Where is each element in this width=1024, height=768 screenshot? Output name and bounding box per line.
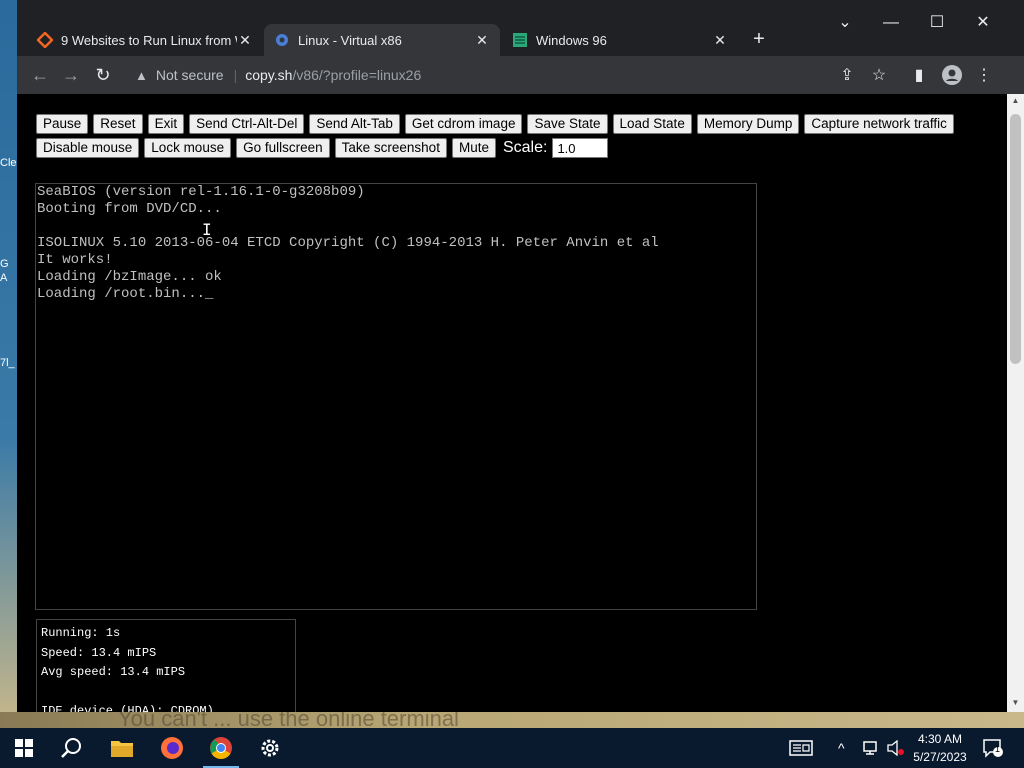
emulator-stats: Running: 1s Speed: 13.4 mIPS Avg speed: … <box>36 619 296 712</box>
disable-mouse-button[interactable]: Disable mouse <box>36 138 140 158</box>
screen-line: ISOLINUX 5.10 2013-06-04 ETCD Copyright … <box>37 235 659 251</box>
close-window-button[interactable]: ✕ <box>960 8 1006 38</box>
settings-gear-icon[interactable] <box>246 728 294 768</box>
send-alt-tab-button[interactable]: Send Alt-Tab <box>309 114 400 134</box>
text-cursor-icon: I <box>202 220 212 239</box>
desktop-icon-label[interactable]: 7l_ <box>0 357 18 369</box>
system-clock[interactable]: 4:30 AM 5/27/2023 <box>906 730 974 766</box>
pause-button[interactable]: Pause <box>36 114 89 134</box>
address-bar[interactable]: ▲ Not secure | copy.sh /v86/?profile=lin… <box>125 61 885 89</box>
save-state-button[interactable]: Save State <box>527 114 608 134</box>
new-tab-button[interactable]: + <box>748 28 770 50</box>
page-scrollbar[interactable]: ▲ ▼ <box>1007 94 1024 712</box>
profile-avatar-icon[interactable] <box>941 65 963 90</box>
chrome-icon[interactable] <box>197 728 245 768</box>
tab-strip: 9 Websites to Run Linux from W ✕ Linux -… <box>17 0 1024 56</box>
stat-avg-speed: Avg speed: 13.4 mIPS <box>41 665 186 679</box>
v86-gear-icon <box>274 32 290 48</box>
control-buttons-row1: Pause Reset Exit Send Ctrl-Alt-Del Send … <box>36 114 954 134</box>
taskbar: ^ 4:30 AM 5/27/2023 1 <box>0 728 1024 768</box>
control-buttons-row2: Disable mouse Lock mouse Go fullscreen T… <box>36 138 609 158</box>
close-icon[interactable]: ✕ <box>474 32 490 49</box>
clock-date: 5/27/2023 <box>913 750 967 764</box>
get-cdrom-image-button[interactable]: Get cdrom image <box>404 114 523 134</box>
screen-line: Booting from DVD/CD... <box>37 201 222 217</box>
notification-center-icon[interactable]: 1 <box>982 728 1004 768</box>
send-ctrl-alt-del-button[interactable]: Send Ctrl-Alt-Del <box>189 114 305 134</box>
start-windows-icon[interactable] <box>0 728 48 768</box>
notification-count: 1 <box>995 744 1001 754</box>
v86-page: Pause Reset Exit Send Ctrl-Alt-Del Send … <box>17 94 1007 712</box>
tab-windows-96[interactable]: Windows 96 ✕ <box>502 24 738 56</box>
stat-running: Running: 1s <box>41 626 121 640</box>
lock-mouse-button[interactable]: Lock mouse <box>144 138 232 158</box>
kebab-menu-icon[interactable]: ⋮ <box>973 65 995 85</box>
browser-toolbar: ← → ↻ ▲ Not secure | copy.sh /v86/?profi… <box>17 56 1024 94</box>
tab-label: Windows 96 <box>536 32 607 48</box>
maximize-button[interactable]: ☐ <box>914 8 960 38</box>
screen-line: It works! <box>37 252 113 268</box>
clock-time: 4:30 AM <box>917 732 963 746</box>
minimize-button[interactable]: — <box>868 8 914 38</box>
scroll-up-icon[interactable]: ▲ <box>1011 96 1020 105</box>
url-host: copy.sh <box>245 67 293 83</box>
browser-window: 9 Websites to Run Linux from W ✕ Linux -… <box>17 0 1024 712</box>
load-state-button[interactable]: Load State <box>612 114 692 134</box>
desktop-icon-label[interactable]: G <box>0 258 18 270</box>
security-label[interactable]: Not secure <box>156 67 224 83</box>
mute-button[interactable]: Mute <box>451 138 496 158</box>
forward-arrow-icon[interactable]: → <box>59 63 83 87</box>
tab-websites[interactable]: 9 Websites to Run Linux from W ✕ <box>27 24 263 56</box>
scale-label: Scale: <box>502 139 548 156</box>
share-icon[interactable]: ⇪ <box>836 65 858 85</box>
chevron-up-icon[interactable]: ^ <box>838 728 845 768</box>
volume-muted-icon[interactable] <box>886 728 904 768</box>
close-icon[interactable]: ✕ <box>237 32 253 49</box>
capture-network-traffic-button[interactable]: Capture network traffic <box>804 114 954 134</box>
scroll-thumb[interactable] <box>1010 114 1021 364</box>
stat-ide-device: IDE device (HDA): CDROM) <box>41 704 214 712</box>
reload-icon[interactable]: ↻ <box>91 63 115 87</box>
memory-dump-button[interactable]: Memory Dump <box>696 114 800 134</box>
video-caption-strip: You can't ... use the online terminal <box>0 712 1024 728</box>
side-panel-icon[interactable]: ▮ <box>908 65 930 85</box>
scroll-down-icon[interactable]: ▼ <box>1011 698 1020 707</box>
scale-input[interactable] <box>552 138 609 158</box>
bookmark-star-icon[interactable]: ☆ <box>868 65 890 85</box>
tab-label: Linux - Virtual x86 <box>298 32 402 48</box>
stat-speed: Speed: 13.4 mIPS <box>41 646 157 660</box>
omnibox-divider: | <box>233 67 238 83</box>
go-fullscreen-button[interactable]: Go fullscreen <box>236 138 330 158</box>
vm-screen[interactable]: SeaBIOS (version rel-1.16.1-0-g3208b09) … <box>35 183 757 610</box>
desktop-icon-label[interactable]: A <box>0 272 18 284</box>
screen-line: SeaBIOS (version rel-1.16.1-0-g3208b09) <box>37 184 365 200</box>
reset-button[interactable]: Reset <box>93 114 143 134</box>
win96-icon <box>512 32 528 48</box>
tab-linux-virtual[interactable]: Linux - Virtual x86 ✕ <box>264 24 500 56</box>
caption-text: You can't ... use the online terminal <box>118 712 459 728</box>
orange-diamond-icon <box>36 31 54 49</box>
screen-line: Loading /root.bin..._ <box>37 286 214 302</box>
search-icon[interactable] <box>48 728 96 768</box>
tab-label: 9 Websites to Run Linux from W <box>61 32 237 48</box>
tab-search-button[interactable]: ⌄ <box>822 8 868 38</box>
desktop-icon-label[interactable]: Cle <box>0 157 18 169</box>
network-icon[interactable] <box>862 728 880 768</box>
exit-button[interactable]: Exit <box>147 114 185 134</box>
close-icon[interactable]: ✕ <box>712 32 728 49</box>
firefox-icon[interactable] <box>148 728 196 768</box>
url-path: /v86/?profile=linux26 <box>292 67 422 83</box>
file-explorer-icon[interactable] <box>98 728 146 768</box>
news-widget-icon[interactable] <box>789 728 813 768</box>
take-screenshot-button[interactable]: Take screenshot <box>334 138 447 158</box>
screen-line: Loading /bzImage... ok <box>37 269 222 285</box>
back-arrow-icon[interactable]: ← <box>28 63 52 87</box>
warning-triangle-icon[interactable]: ▲ <box>135 68 148 83</box>
